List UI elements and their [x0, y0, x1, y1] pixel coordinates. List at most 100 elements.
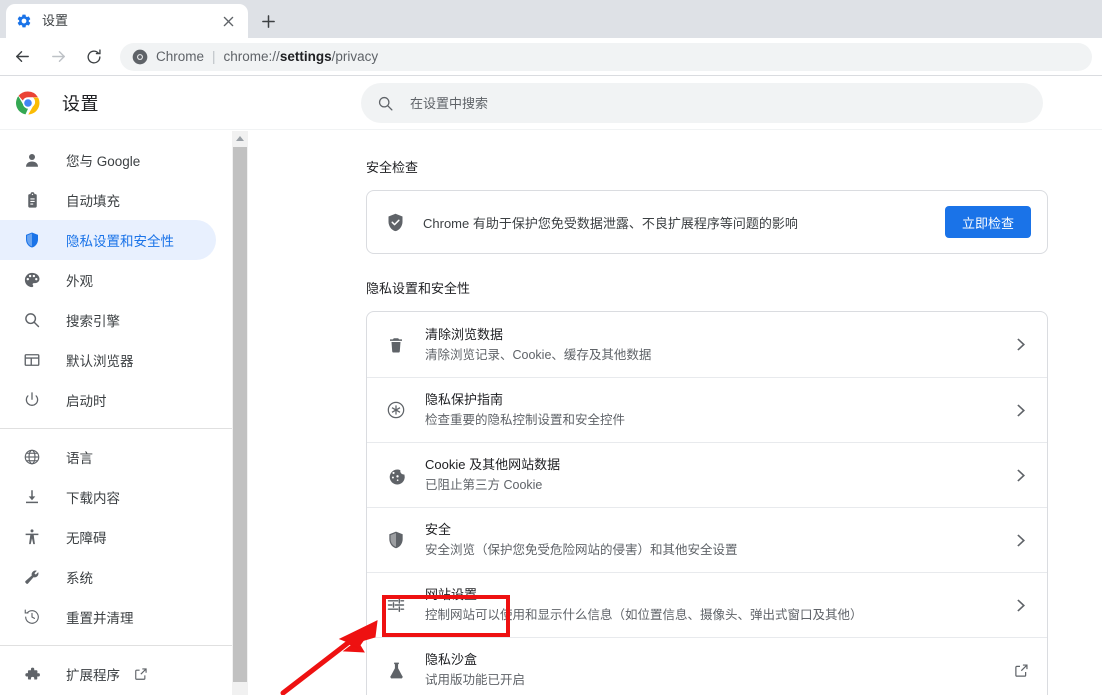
sidebar-item-downloads[interactable]: 下载内容 [0, 477, 216, 517]
list-item-text: 隐私保护指南 检查重要的隐私控制设置和安全控件 [425, 380, 1011, 440]
arrow-left-icon[interactable] [8, 43, 36, 71]
omnibox-separator: | [212, 49, 216, 64]
sidebar-item-autofill[interactable]: 自动填充 [0, 180, 216, 220]
list-item-privacy-sandbox[interactable]: 隐私沙盒 试用版功能已开启 [367, 637, 1047, 695]
privacy-heading: 隐私设置和安全性 [366, 281, 471, 296]
url-text: chrome://settings/privacy [224, 49, 379, 64]
sidebar-item-extensions[interactable]: 扩展程序 [0, 654, 216, 694]
list-item-subtitle: 清除浏览记录、Cookie、缓存及其他数据 [425, 347, 652, 362]
list-item-subtitle: 已阻止第三方 Cookie [425, 478, 543, 492]
sidebar-item-on-startup[interactable]: 启动时 [0, 380, 216, 420]
list-item-cookies[interactable]: Cookie 及其他网站数据 已阻止第三方 Cookie [367, 442, 1047, 507]
puzzle-icon [22, 664, 42, 684]
external-link-icon[interactable] [1011, 663, 1031, 678]
safety-check-row: Chrome 有助于保护您免受数据泄露、不良扩展程序等问题的影响 立即检查 [367, 191, 1047, 253]
sidebar-item-appearance[interactable]: 外观 [0, 260, 216, 300]
magnifier-icon [22, 310, 42, 330]
settings-sidebar: 您与 Google 自动填充 隐私设置和安全性 外观 搜索引擎 默认浏览器 启动… [0, 131, 232, 695]
run-safety-check-button[interactable]: 立即检查 [944, 206, 1031, 238]
external-link-icon [134, 667, 148, 681]
privacy-settings-card: 清除浏览数据 清除浏览记录、Cookie、缓存及其他数据 隐私保护指南 检查重要… [366, 311, 1048, 695]
clipboard-icon [22, 190, 42, 210]
sidebar-divider-1 [0, 428, 232, 429]
list-item-text: 隐私沙盒 试用版功能已开启 [425, 640, 1011, 695]
sidebar-item-label: 启动时 [66, 394, 107, 409]
reload-icon[interactable] [80, 43, 108, 71]
tune-icon [385, 594, 407, 616]
sidebar-item-label: 隐私设置和安全性 [66, 234, 174, 249]
history-icon [22, 607, 42, 627]
tab-strip: 设置 [0, 0, 1102, 38]
sidebar-item-label: 语言 [66, 451, 93, 466]
chevron-right-icon[interactable] [1011, 534, 1031, 547]
accessibility-icon [22, 527, 42, 547]
person-icon [22, 150, 42, 170]
sidebar-item-search-engine[interactable]: 搜索引擎 [0, 300, 216, 340]
list-item-subtitle: 检查重要的隐私控制设置和安全控件 [425, 413, 626, 427]
list-item-title: 隐私沙盒 [425, 652, 478, 667]
privacy-guide-icon [385, 399, 407, 421]
safety-check-card: Chrome 有助于保护您免受数据泄露、不良扩展程序等问题的影响 立即检查 [366, 190, 1048, 254]
sidebar-item-default-browser[interactable]: 默认浏览器 [0, 340, 216, 380]
chrome-icon [132, 49, 148, 65]
settings-content: 安全检查 Chrome 有助于保护您免受数据泄露、不良扩展程序等问题的影响 立即… [249, 131, 1102, 695]
sidebar-item-label: 搜索引擎 [66, 314, 120, 329]
list-item-clear-browsing-data[interactable]: 清除浏览数据 清除浏览记录、Cookie、缓存及其他数据 [367, 312, 1047, 377]
list-item-privacy-guide[interactable]: 隐私保护指南 检查重要的隐私控制设置和安全控件 [367, 377, 1047, 442]
search-input[interactable] [410, 95, 1027, 111]
url-scheme: chrome:// [223, 49, 280, 64]
browser-window: 设置 Chrome | chrome://settings/privacy 设置… [0, 0, 1102, 695]
sidebar-item-reset-and-cleanup[interactable]: 重置并清理 [0, 597, 216, 637]
list-item-security[interactable]: 安全 安全浏览（保护您免受危险网站的侵害）和其他安全设置 [367, 507, 1047, 572]
sidebar-item-label: 重置并清理 [66, 611, 134, 626]
sidebar-item-label: 系统 [66, 571, 93, 586]
list-item-text: Cookie 及其他网站数据 已阻止第三方 Cookie [425, 445, 1011, 505]
wrench-icon [22, 567, 42, 587]
new-tab-button[interactable] [256, 9, 280, 33]
tab-title: 设置 [42, 13, 69, 28]
safety-check-description: Chrome 有助于保护您免受数据泄露、不良扩展程序等问题的影响 [423, 215, 798, 231]
sidebar-item-label: 您与 Google [66, 154, 141, 169]
arrow-right-icon[interactable] [44, 43, 72, 71]
url-path: /privacy [331, 49, 379, 64]
chevron-right-icon[interactable] [1011, 338, 1031, 351]
sidebar-item-accessibility[interactable]: 无障碍 [0, 517, 216, 557]
list-item-subtitle: 试用版功能已开启 [425, 673, 526, 687]
list-item-title: 清除浏览数据 [425, 326, 504, 342]
shield-icon [22, 230, 42, 250]
close-icon[interactable] [218, 11, 238, 31]
globe-icon [22, 447, 42, 467]
sidebar-item-system[interactable]: 系统 [0, 557, 216, 597]
browser-toolbar: Chrome | chrome://settings/privacy [0, 38, 1102, 76]
settings-search[interactable] [361, 83, 1043, 123]
sidebar-item-languages[interactable]: 语言 [0, 437, 216, 477]
list-item-title: Cookie 及其他网站数据 [425, 457, 561, 472]
origin-chip: Chrome [156, 49, 205, 64]
address-bar[interactable]: Chrome | chrome://settings/privacy [120, 42, 1092, 71]
tab-settings[interactable]: 设置 [6, 4, 248, 38]
list-item-title: 隐私保护指南 [425, 392, 504, 407]
chevron-right-icon[interactable] [1011, 404, 1031, 417]
sidebar-item-privacy-and-security[interactable]: 隐私设置和安全性 [0, 220, 216, 260]
sidebar-item-label: 扩展程序 [66, 668, 120, 683]
list-item-subtitle: 控制网站可以使用和显示什么信息（如位置信息、摄像头、弹出式窗口及其他） [425, 608, 863, 622]
list-item-text: 网站设置 控制网站可以使用和显示什么信息（如位置信息、摄像头、弹出式窗口及其他） [425, 575, 1011, 635]
sidebar-scrollbar-thumb[interactable] [233, 147, 247, 682]
list-item-site-settings[interactable]: 网站设置 控制网站可以使用和显示什么信息（如位置信息、摄像头、弹出式窗口及其他） [367, 572, 1047, 637]
sidebar-item-label: 默认浏览器 [66, 354, 134, 369]
page-title: 设置 [62, 94, 99, 114]
cookie-icon [385, 464, 407, 486]
flask-icon [385, 659, 407, 681]
shield-icon [385, 529, 407, 551]
download-icon [22, 487, 42, 507]
sidebar-item-you-and-google[interactable]: 您与 Google [0, 140, 216, 180]
settings-header: 设置 [0, 77, 1102, 130]
sidebar-item-label: 下载内容 [66, 491, 120, 506]
sidebar-item-label: 外观 [66, 274, 93, 289]
scroll-up-arrow-icon[interactable] [232, 131, 248, 147]
list-item-text: 清除浏览数据 清除浏览记录、Cookie、缓存及其他数据 [425, 315, 1011, 375]
chevron-right-icon[interactable] [1011, 599, 1031, 612]
gear-icon [16, 13, 32, 29]
list-item-text: 安全 安全浏览（保护您免受危险网站的侵害）和其他安全设置 [425, 510, 1011, 570]
chevron-right-icon[interactable] [1011, 469, 1031, 482]
